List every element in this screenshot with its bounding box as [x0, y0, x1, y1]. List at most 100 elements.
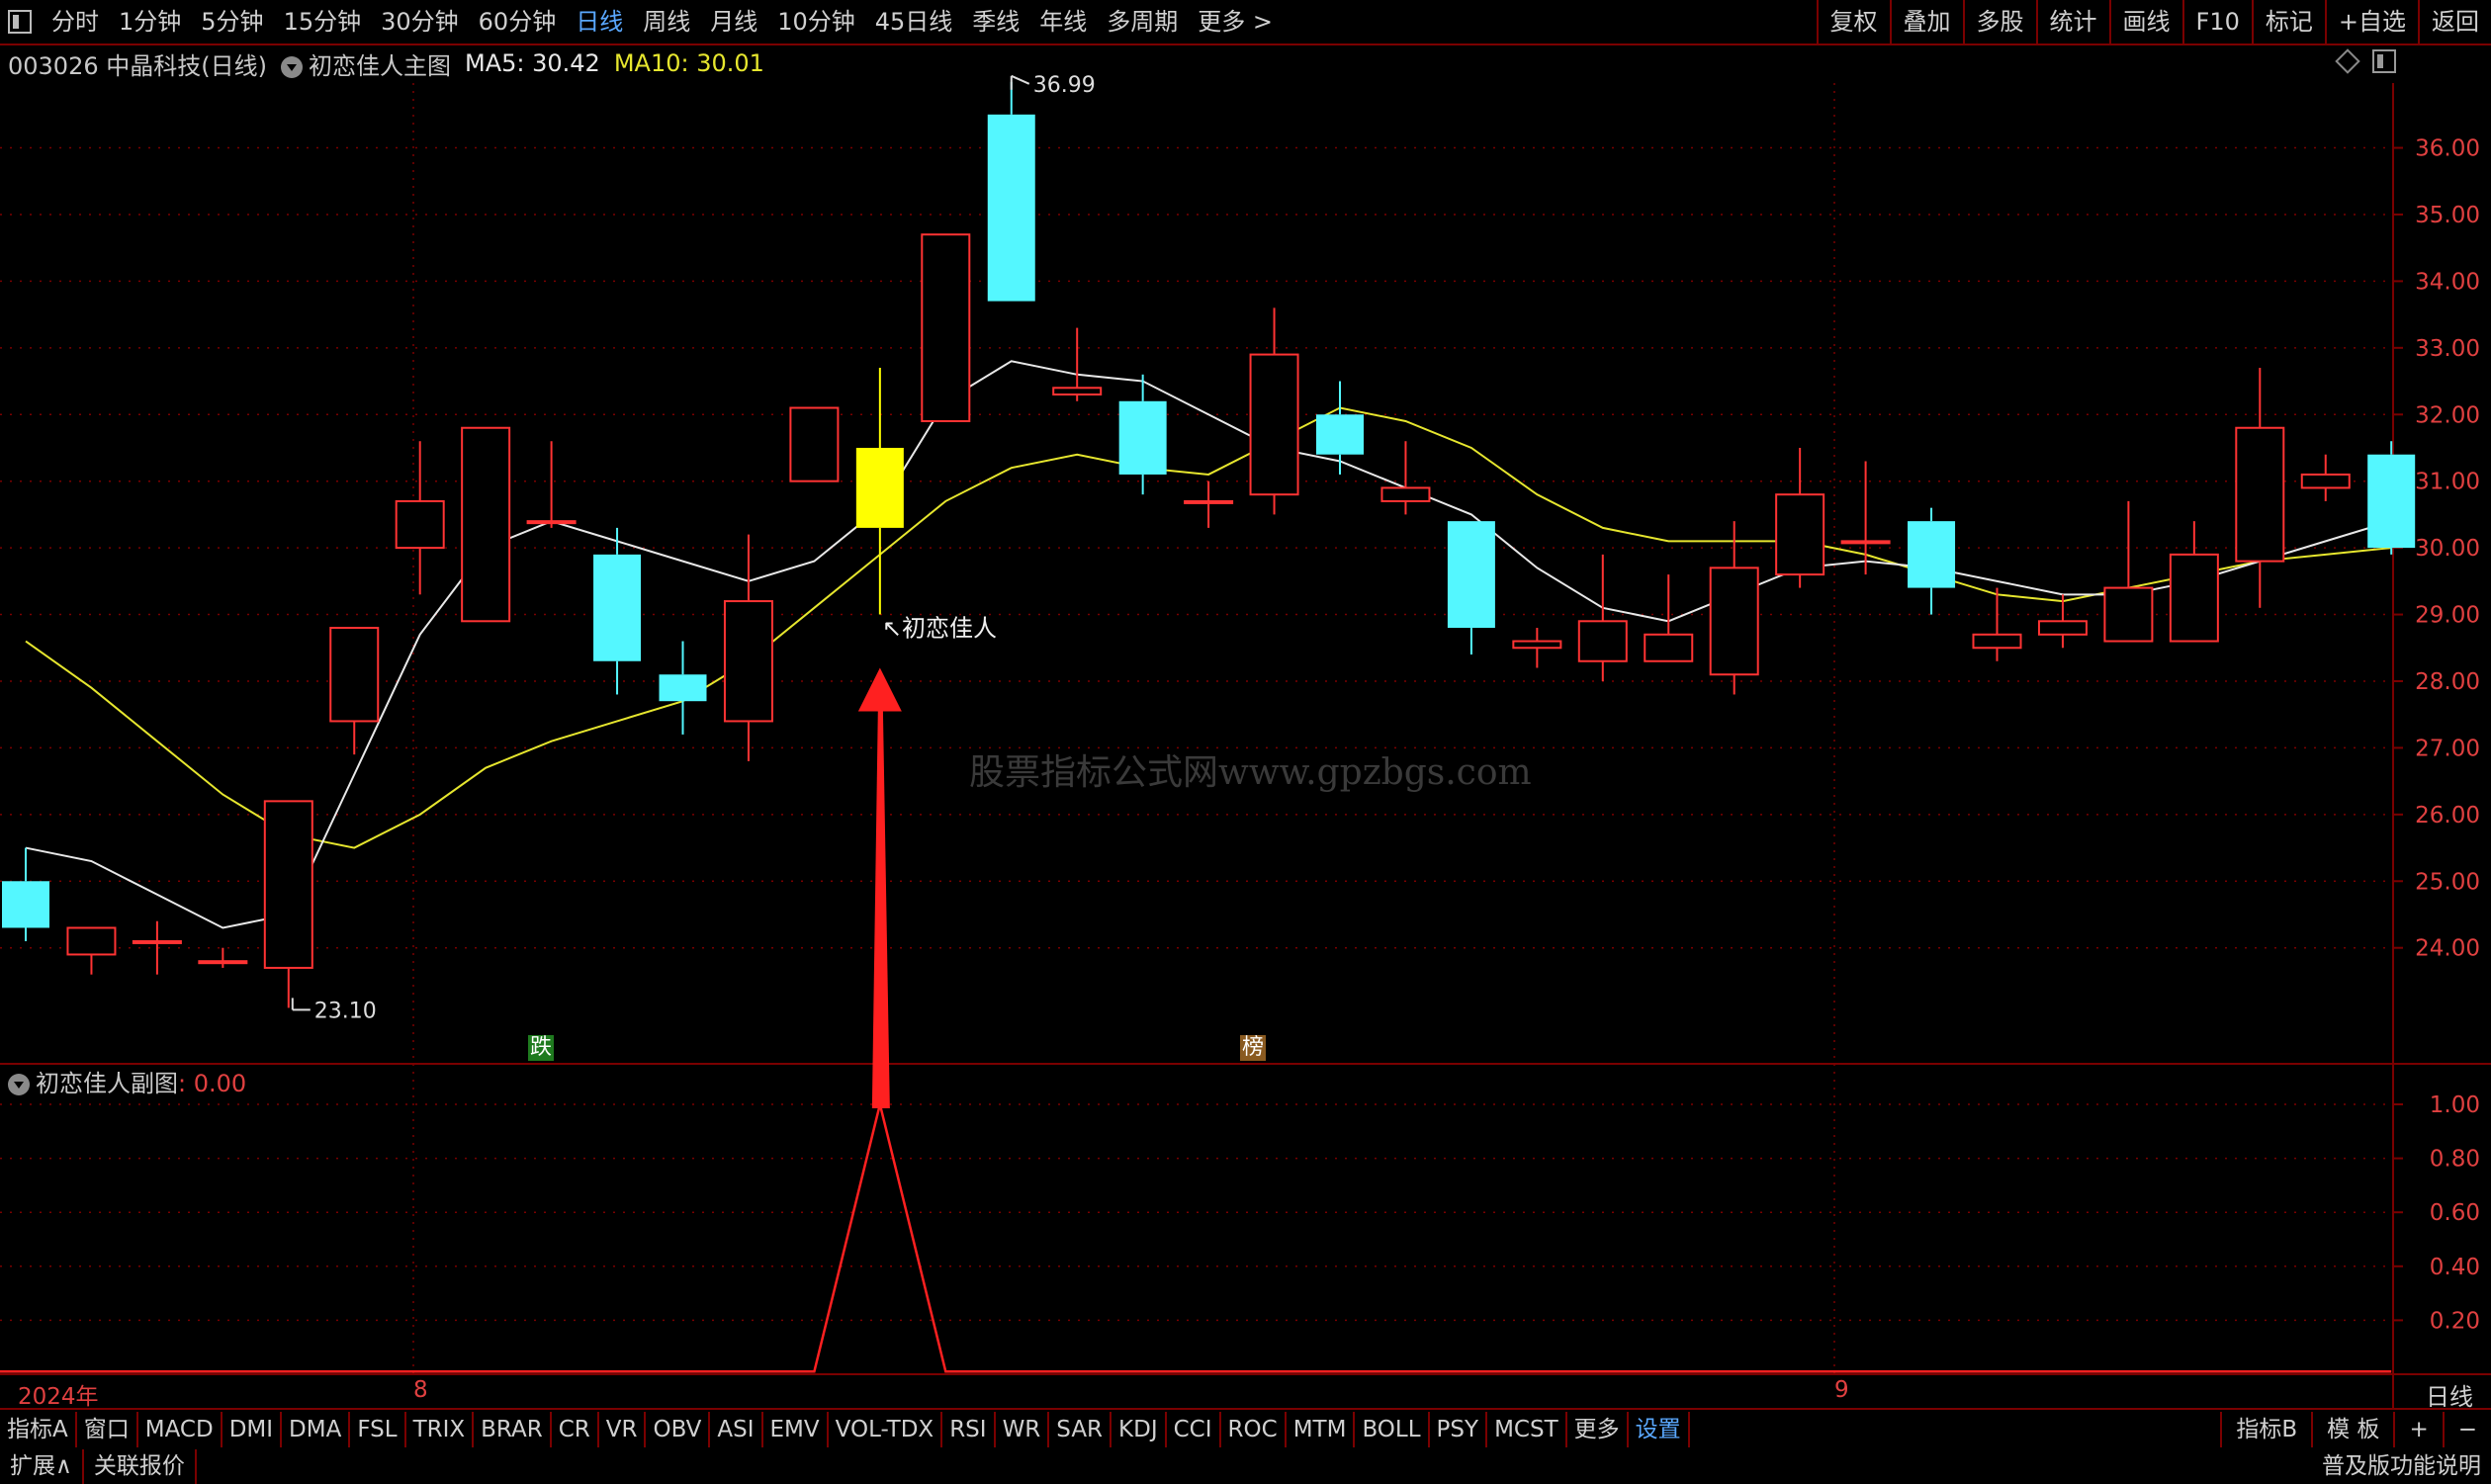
candle-body	[1380, 486, 1431, 502]
indicator-tab[interactable]: CR	[552, 1412, 599, 1447]
price-tick-label: 30.00	[2415, 536, 2480, 562]
indicator-right-button[interactable]: −	[2442, 1412, 2491, 1447]
candle[interactable]	[263, 800, 313, 1008]
indicator-tab[interactable]: 设置	[1629, 1412, 1690, 1447]
help-link[interactable]: 普及版功能说明	[2312, 1449, 2491, 1484]
indicator-tab[interactable]: WR	[996, 1412, 1050, 1447]
signal-arrow-shaft	[871, 707, 890, 1108]
candle[interactable]	[1972, 587, 2022, 661]
candle[interactable]	[1908, 507, 1956, 615]
candle-body	[329, 627, 380, 723]
candle-body	[1709, 567, 1759, 676]
candle[interactable]	[395, 441, 445, 595]
candle[interactable]	[789, 406, 840, 482]
candle-body	[461, 426, 511, 623]
high-marker	[1011, 74, 1030, 85]
candle[interactable]	[2367, 441, 2416, 555]
indicator-tab[interactable]: VR	[599, 1412, 647, 1447]
indicator-tab[interactable]: SAR	[1049, 1412, 1112, 1447]
candle[interactable]	[66, 926, 117, 975]
candle[interactable]	[2235, 368, 2285, 608]
candle[interactable]	[2, 847, 49, 941]
sub-indicator-value: : 0.00	[178, 1070, 247, 1097]
indicator-tab[interactable]: MACD	[138, 1412, 222, 1447]
sub-indicator-title[interactable]: 初恋佳人副图: 0.00	[8, 1064, 246, 1098]
candle-body	[526, 520, 577, 525]
indicator-tab[interactable]: EMV	[763, 1412, 829, 1447]
candle-body	[198, 960, 248, 965]
candle-body	[1512, 640, 1562, 650]
candle[interactable]	[921, 233, 971, 423]
candle[interactable]	[461, 426, 511, 623]
candle[interactable]	[1052, 327, 1103, 401]
indicator-tab[interactable]: MCST	[1487, 1412, 1567, 1447]
candle-body	[263, 800, 313, 969]
sub-indicator-name: 初恋佳人副图	[36, 1070, 178, 1097]
candle[interactable]	[2169, 521, 2219, 643]
candle-body	[1577, 620, 1628, 662]
extension-button[interactable]: 扩展∧	[0, 1449, 84, 1484]
indicator-tab[interactable]: ASI	[710, 1412, 763, 1447]
indicator-right-button[interactable]: 模 板	[2311, 1412, 2393, 1447]
candle[interactable]	[2300, 454, 2351, 501]
candle-body	[2, 881, 49, 928]
indicator-tab[interactable]: CCI	[1167, 1412, 1221, 1447]
indicator-tab[interactable]: KDJ	[1112, 1412, 1167, 1447]
indicator-tab[interactable]: DMI	[222, 1412, 283, 1447]
candle-body	[987, 114, 1035, 302]
indicator-tab[interactable]: DMA	[282, 1412, 351, 1447]
price-tick-label: 27.00	[2415, 736, 2480, 761]
candle[interactable]	[1249, 307, 1299, 515]
candle[interactable]	[2103, 500, 2154, 643]
candle[interactable]	[987, 81, 1035, 302]
indicator-tab[interactable]: FSL	[350, 1412, 406, 1447]
candle[interactable]	[329, 627, 380, 755]
indicator-right-button[interactable]: +	[2393, 1412, 2442, 1447]
indicator-tab[interactable]: RSI	[942, 1412, 996, 1447]
extension-button[interactable]: 关联报价	[84, 1449, 197, 1484]
indicator-tab[interactable]: ROC	[1221, 1412, 1287, 1447]
candle-body	[855, 447, 904, 528]
candle[interactable]	[593, 527, 642, 695]
kline-chart[interactable]: 24.00 25.00 26.00 27.00 28.00 29.00 30.00 31.00…	[0, 0, 2491, 1408]
low-price-label: 23.10	[314, 999, 377, 1023]
candle[interactable]	[198, 947, 248, 968]
candle[interactable]	[1316, 381, 1364, 475]
indicator-tab[interactable]: VOL-TDX	[829, 1412, 943, 1447]
indicator-tab[interactable]: MTM	[1287, 1412, 1356, 1447]
indicator-tab[interactable]: 更多	[1567, 1412, 1629, 1447]
indicator-tab[interactable]: 指标A	[0, 1412, 77, 1447]
indicator-tab[interactable]: TRIX	[406, 1412, 475, 1447]
candle[interactable]	[1380, 441, 1431, 515]
candle[interactable]	[526, 441, 577, 528]
candle[interactable]	[1118, 374, 1167, 495]
candle[interactable]	[1577, 554, 1628, 681]
candle[interactable]	[1775, 447, 1825, 588]
price-tick-label: 34.00	[2415, 269, 2480, 295]
sub-indicator-line	[0, 1103, 2392, 1373]
candle[interactable]	[1184, 480, 1234, 528]
indicator-right-button[interactable]: 指标B	[2220, 1412, 2311, 1447]
indicator-tab[interactable]: PSY	[1430, 1412, 1488, 1447]
candle[interactable]	[1512, 628, 1562, 668]
candle-body	[1972, 633, 2022, 650]
candle-body	[1118, 400, 1167, 475]
indicator-tab[interactable]: BRAR	[474, 1412, 552, 1447]
price-tick-label: 28.00	[2415, 669, 2480, 695]
candle-body	[593, 554, 642, 661]
candle[interactable]	[1447, 521, 1495, 655]
dropdown-icon[interactable]	[8, 1074, 30, 1095]
sub-tick-label: 0.40	[2430, 1255, 2480, 1280]
candle[interactable]	[2037, 594, 2088, 649]
candle-body	[921, 233, 971, 423]
indicator-tab[interactable]: OBV	[646, 1412, 711, 1447]
candle[interactable]	[659, 641, 707, 735]
ma5-line	[25, 360, 2392, 929]
indicator-tab[interactable]: 窗口	[77, 1412, 138, 1447]
candle[interactable]	[723, 534, 773, 761]
candle[interactable]	[855, 368, 904, 615]
candle[interactable]	[132, 920, 182, 975]
candle-body	[2103, 586, 2154, 643]
indicator-tab[interactable]: BOLL	[1355, 1412, 1430, 1447]
candle[interactable]	[1840, 461, 1891, 575]
